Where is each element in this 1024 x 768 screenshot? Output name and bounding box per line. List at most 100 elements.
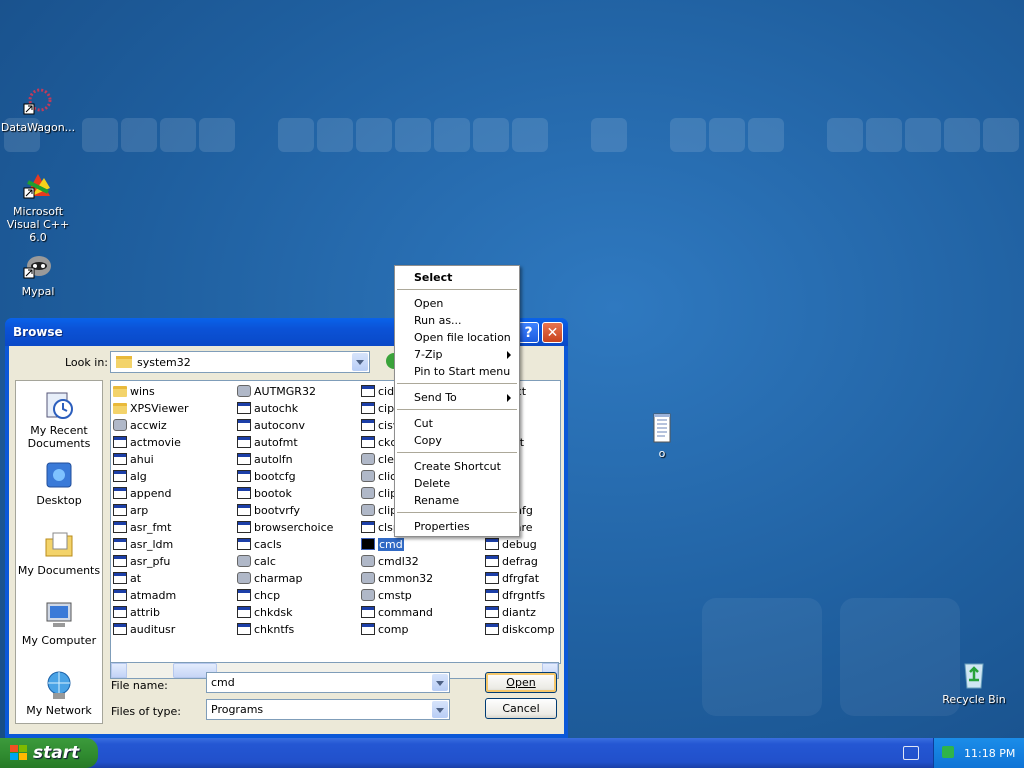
file-icon (237, 606, 251, 618)
menu-item[interactable]: Delete (396, 475, 518, 492)
close-button[interactable]: ✕ (542, 322, 563, 343)
file-item[interactable]: XPSViewer (113, 400, 189, 417)
menu-item[interactable]: Open (396, 295, 518, 312)
file-item[interactable]: asr_fmt (113, 519, 171, 536)
file-item[interactable]: browserchoice (237, 519, 333, 536)
file-name: asr_fmt (130, 521, 172, 534)
menu-item-label: Properties (414, 520, 470, 533)
file-name: autofmt (254, 436, 298, 449)
file-item[interactable]: autoconv (237, 417, 305, 434)
menu-item[interactable]: Properties (396, 518, 518, 535)
file-item[interactable]: auditusr (113, 621, 175, 638)
file-name: asr_pfu (130, 555, 171, 568)
start-button[interactable]: start (0, 738, 98, 768)
file-item[interactable]: AUTMGR32 (237, 383, 316, 400)
file-item[interactable]: autofmt (237, 434, 298, 451)
file-item[interactable]: bootvrfy (237, 502, 300, 519)
chevron-down-icon[interactable] (432, 701, 448, 718)
file-item[interactable]: append (113, 485, 171, 502)
file-item[interactable]: charmap (237, 570, 303, 587)
file-item[interactable]: actmovie (113, 434, 181, 451)
file-item[interactable]: debug (485, 536, 537, 553)
look-in-combo[interactable]: system32 (110, 351, 370, 373)
file-item[interactable]: chkntfs (237, 621, 294, 638)
clock[interactable]: 11:18 PM (964, 747, 1015, 760)
place-my-computer[interactable]: My Computer (16, 599, 102, 647)
file-item[interactable]: atmadm (113, 587, 176, 604)
desktop-icon-recycle-bin[interactable]: Recycle Bin (934, 658, 1014, 706)
file-icon (361, 419, 375, 431)
file-item[interactable]: asr_ldm (113, 536, 173, 553)
file-item[interactable]: cmdl32 (361, 553, 419, 570)
cancel-button[interactable]: Cancel (485, 698, 557, 719)
file-name: ahui (130, 453, 154, 466)
file-item[interactable]: defrag (485, 553, 538, 570)
file-item[interactable]: attrib (113, 604, 160, 621)
file-item[interactable]: at (113, 570, 141, 587)
menu-item[interactable]: Create Shortcut (396, 458, 518, 475)
file-item[interactable]: dfrgfat (485, 570, 539, 587)
file-name: cmstp (378, 589, 412, 602)
file-item[interactable]: calc (237, 553, 276, 570)
file-item[interactable]: diskcomp (485, 621, 555, 638)
place-my-recent-documents[interactable]: My Recent Documents (16, 389, 102, 450)
file-item[interactable]: bootok (237, 485, 292, 502)
menu-item[interactable]: Select (396, 269, 518, 286)
menu-item[interactable]: Run as... (396, 312, 518, 329)
file-item[interactable]: autochk (237, 400, 298, 417)
network-icon[interactable] (942, 746, 954, 758)
file-icon (237, 385, 251, 397)
menu-item[interactable]: Cut (396, 415, 518, 432)
menu-item-label: Open (414, 297, 444, 310)
file-name: asr_ldm (130, 538, 174, 551)
file-item[interactable]: cmstp (361, 587, 412, 604)
desktop-icon-datawagon[interactable]: DataWagon... (0, 86, 78, 134)
file-item[interactable]: chkdsk (237, 604, 292, 621)
menu-item[interactable]: Send To (396, 389, 518, 406)
file-item[interactable]: diantz (485, 604, 536, 621)
file-item[interactable]: wins (113, 383, 155, 400)
place-my-documents[interactable]: My Documents (16, 529, 102, 577)
menu-item[interactable]: Open file location (396, 329, 518, 346)
file-item[interactable]: arp (113, 502, 148, 519)
file-icon (113, 419, 127, 431)
place-desktop[interactable]: Desktop (16, 459, 102, 507)
file-item[interactable]: asr_pfu (113, 553, 170, 570)
file-item[interactable]: autolfn (237, 451, 293, 468)
keyboard-icon[interactable] (903, 746, 919, 760)
menu-item[interactable]: Pin to Start menu (396, 363, 518, 380)
menu-item[interactable]: Rename (396, 492, 518, 509)
desktop-icon-label: o (658, 447, 666, 460)
place-my-network[interactable]: My Network (16, 669, 102, 717)
menu-item[interactable]: 7-Zip (396, 346, 518, 363)
chevron-down-icon[interactable] (432, 674, 448, 691)
help-button[interactable]: ? (518, 322, 539, 343)
file-item[interactable]: cacls (237, 536, 282, 553)
scroll-left-button[interactable] (111, 663, 127, 678)
menu-separator (397, 383, 517, 384)
file-item[interactable]: bootcfg (237, 468, 296, 485)
file-icon (113, 623, 127, 635)
file-item[interactable]: ahui (113, 451, 154, 468)
open-button[interactable]: Open (485, 672, 557, 693)
close-icon: ✕ (546, 325, 559, 341)
desktop-icon-mypal[interactable]: Mypal (0, 250, 78, 298)
menu-item[interactable]: Copy (396, 432, 518, 449)
desktop-icon-visual-cpp[interactable]: Microsoft Visual C++ 6.0 (0, 170, 78, 244)
file-item[interactable]: alg (113, 468, 147, 485)
file-item[interactable]: accwiz (113, 417, 167, 434)
menu-separator (397, 452, 517, 453)
file-item[interactable]: cmd (361, 536, 404, 553)
file-name-input[interactable]: cmd (206, 672, 450, 693)
file-item[interactable]: comp (361, 621, 408, 638)
file-name: chkdsk (254, 606, 293, 619)
file-item[interactable]: chcp (237, 587, 280, 604)
file-item[interactable]: dfrgntfs (485, 587, 545, 604)
desktop-icon-o[interactable]: o (622, 412, 702, 460)
files-of-type-select[interactable]: Programs (206, 699, 450, 720)
menu-separator (397, 289, 517, 290)
file-item[interactable]: cmmon32 (361, 570, 433, 587)
desktop-icon-label: Microsoft Visual C++ 6.0 (6, 205, 70, 244)
file-item[interactable]: command (361, 604, 433, 621)
chevron-down-icon[interactable] (352, 353, 368, 371)
